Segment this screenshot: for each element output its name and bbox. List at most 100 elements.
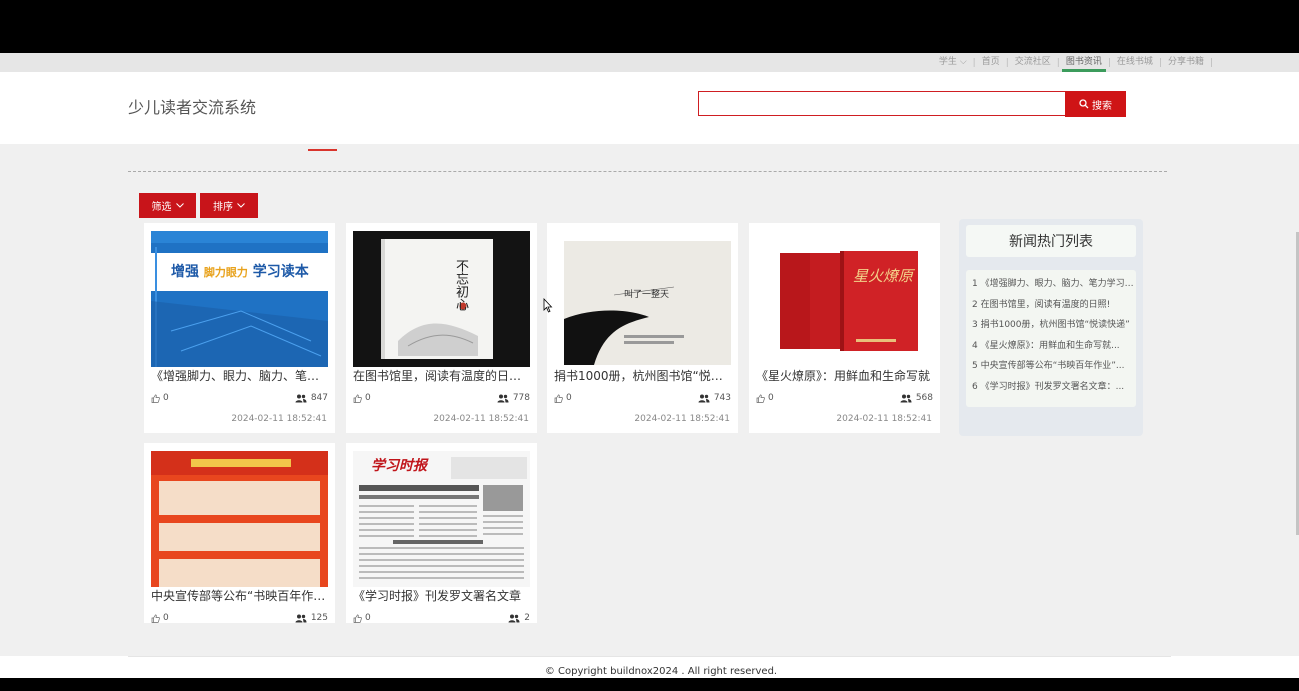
like-count-value: 0 bbox=[163, 613, 169, 623]
chevron-down-icon: ⌵ bbox=[959, 57, 967, 67]
book-title[interactable]: 《学习时报》刊发罗文署名文章 bbox=[353, 588, 530, 604]
nav-item-home[interactable]: 首页 bbox=[976, 53, 1006, 72]
book-card[interactable]: 不忘初心 在图书馆里，阅读有温度的日照！ 0 778 2024-02-11 18… bbox=[346, 223, 537, 433]
screen-bottom-bar bbox=[0, 678, 1299, 691]
divider bbox=[128, 656, 1171, 657]
view-count: 847 bbox=[295, 393, 328, 403]
thumbs-up-icon bbox=[756, 393, 765, 403]
view-count-value: 125 bbox=[310, 613, 328, 623]
thumbs-up-icon bbox=[151, 613, 160, 623]
book-card[interactable]: 增强 脚力眼力 学习读本 《增强脚力、眼力、脑力、笔力学习读本》 0 847 2… bbox=[144, 223, 335, 433]
book-card[interactable]: 中央宣传部等公布“书映百年作业” 0 125 bbox=[144, 443, 335, 623]
users-icon bbox=[508, 614, 520, 622]
thumbs-up-icon bbox=[554, 393, 563, 403]
book-cover[interactable]: 叫了一整天 bbox=[554, 231, 731, 367]
publish-date: 2024-02-11 18:52:41 bbox=[634, 414, 730, 424]
filter-button-label: 筛选 bbox=[151, 202, 172, 213]
screen-top-bar bbox=[0, 0, 1299, 53]
book-title[interactable]: 《星火燎原》：用鲜血和生命写就 bbox=[756, 368, 933, 384]
cover-text: 增强 脚力眼力 学习读本 bbox=[171, 264, 309, 280]
hot-news-item[interactable]: 2 在图书馆里，阅读有温度的日照! bbox=[972, 295, 1134, 316]
view-count-value: 568 bbox=[915, 393, 933, 403]
hot-news-item[interactable]: 3 捐书1000册，杭州图书馆“悦读快递” bbox=[972, 315, 1134, 336]
thumbs-up-icon bbox=[353, 613, 362, 623]
like-count[interactable]: 0 bbox=[353, 613, 371, 623]
users-icon bbox=[698, 394, 710, 402]
search-button[interactable]: 搜索 bbox=[1065, 91, 1126, 117]
site-title: 少儿读者交流系统 bbox=[128, 98, 257, 117]
main-content: 筛选 排序 增强 脚力眼力 学习读本 《增强脚力、眼力、脑力、笔力学习读本》 0 bbox=[0, 144, 1299, 656]
view-count: 743 bbox=[698, 393, 731, 403]
nav-item-book-news[interactable]: 图书资讯 bbox=[1060, 53, 1108, 72]
like-count[interactable]: 0 bbox=[353, 393, 371, 403]
book-cover[interactable]: 不忘初心 bbox=[353, 231, 530, 367]
mouse-cursor-icon bbox=[543, 298, 553, 313]
hot-news-item[interactable]: 4 《星火燎原》：用鲜血和生命写就... bbox=[972, 336, 1134, 357]
book-title[interactable]: 中央宣传部等公布“书映百年作业” bbox=[151, 588, 328, 604]
like-count-value: 0 bbox=[163, 393, 169, 403]
thumbs-up-icon bbox=[151, 393, 160, 403]
chevron-down-icon bbox=[237, 203, 245, 208]
view-count-value: 847 bbox=[310, 393, 328, 403]
like-count[interactable]: 0 bbox=[151, 393, 169, 403]
book-cover[interactable]: 学习时报 bbox=[353, 451, 530, 587]
like-count[interactable]: 0 bbox=[151, 613, 169, 623]
cover-text: 星火燎原 bbox=[853, 267, 914, 285]
publish-date: 2024-02-11 18:52:41 bbox=[836, 414, 932, 424]
footer: © Copyright buildnox2024 . All right res… bbox=[0, 656, 1299, 678]
sort-button-label: 排序 bbox=[213, 202, 233, 213]
users-icon bbox=[497, 394, 509, 402]
view-count: 125 bbox=[295, 613, 328, 623]
search-icon bbox=[1079, 99, 1089, 109]
tab-indicator bbox=[308, 149, 337, 151]
view-count-value: 778 bbox=[512, 393, 530, 403]
book-title[interactable]: 在图书馆里，阅读有温度的日照！ bbox=[353, 368, 530, 384]
like-count-value: 0 bbox=[365, 613, 371, 623]
nav-item-community[interactable]: 交流社区 bbox=[1009, 53, 1057, 72]
users-icon bbox=[900, 394, 912, 402]
hot-news-item[interactable]: 1 《增强脚力、眼力、脑力、笔力学习读本》 bbox=[972, 274, 1134, 295]
hot-news-item[interactable]: 5 中央宣传部等公布“书映百年作业”... bbox=[972, 356, 1134, 377]
publish-date: 2024-02-11 18:52:41 bbox=[433, 414, 529, 424]
chevron-down-icon bbox=[175, 203, 184, 208]
book-cover[interactable]: 增强 脚力眼力 学习读本 bbox=[151, 231, 328, 367]
view-count: 568 bbox=[900, 393, 933, 403]
hot-news-title: 新闻热门列表 bbox=[966, 225, 1136, 257]
book-cover[interactable]: 星火燎原 bbox=[756, 231, 933, 367]
hot-news-list: 1 《增强脚力、眼力、脑力、笔力学习读本》 2 在图书馆里，阅读有温度的日照! … bbox=[966, 270, 1136, 407]
users-icon bbox=[295, 394, 307, 402]
hot-news-panel: 新闻热门列表 1 《增强脚力、眼力、脑力、笔力学习读本》 2 在图书馆里，阅读有… bbox=[959, 219, 1143, 436]
nav-item-online-store[interactable]: 在线书城 bbox=[1111, 53, 1159, 72]
copyright-text: © Copyright buildnox2024 . All right res… bbox=[544, 666, 778, 677]
book-cover[interactable] bbox=[151, 451, 328, 587]
book-title[interactable]: 捐书1000册，杭州图书馆“悦读快递” bbox=[554, 368, 731, 384]
like-count-value: 0 bbox=[566, 393, 572, 403]
hot-news-item[interactable]: 6 《学习时报》刊发罗文署名文章：... bbox=[972, 377, 1134, 398]
thumbs-up-icon bbox=[353, 393, 362, 403]
like-count-value: 0 bbox=[365, 393, 371, 403]
nav-item-share-books[interactable]: 分享书籍 bbox=[1162, 53, 1210, 72]
book-title[interactable]: 《增强脚力、眼力、脑力、笔力学习读本》 bbox=[151, 368, 328, 384]
nav-item-label: 学生 bbox=[938, 57, 957, 67]
like-count[interactable]: 0 bbox=[554, 393, 572, 403]
top-nav: 学生 ⌵ | 首页 | 交流社区 | 图书资讯 | 在线书城 | 分享书籍 | bbox=[0, 53, 1299, 72]
search-input[interactable] bbox=[698, 91, 1066, 116]
sort-button[interactable]: 排序 bbox=[200, 193, 258, 218]
book-card[interactable]: 星火燎原 《星火燎原》：用鲜血和生命写就 0 568 2024-02-11 18… bbox=[749, 223, 940, 433]
cover-text: 叫了一整天 bbox=[624, 290, 670, 300]
view-count: 778 bbox=[497, 393, 530, 403]
cover-text: 学习时报 bbox=[371, 458, 427, 474]
search-button-label: 搜索 bbox=[1092, 100, 1112, 112]
top-nav-links: 学生 ⌵ | 首页 | 交流社区 | 图书资讯 | 在线书城 | 分享书籍 | bbox=[933, 53, 1213, 72]
divider: | bbox=[1209, 57, 1213, 68]
filter-button[interactable]: 筛选 bbox=[139, 193, 196, 218]
site-header: 少儿读者交流系统 搜索 bbox=[0, 72, 1299, 144]
view-count: 2 bbox=[508, 613, 530, 623]
like-count[interactable]: 0 bbox=[756, 393, 774, 403]
cover-text: 不忘初心 bbox=[453, 259, 468, 311]
book-card[interactable]: 叫了一整天 捐书1000册，杭州图书馆“悦读快递” 0 743 2024-02-… bbox=[547, 223, 738, 433]
nav-item-student[interactable]: 学生 ⌵ bbox=[933, 53, 973, 72]
like-count-value: 0 bbox=[768, 393, 774, 403]
book-card[interactable]: 学习时报 《学习时报》刊发罗文署名文章 0 2 bbox=[346, 443, 537, 623]
view-count-value: 2 bbox=[524, 613, 530, 623]
